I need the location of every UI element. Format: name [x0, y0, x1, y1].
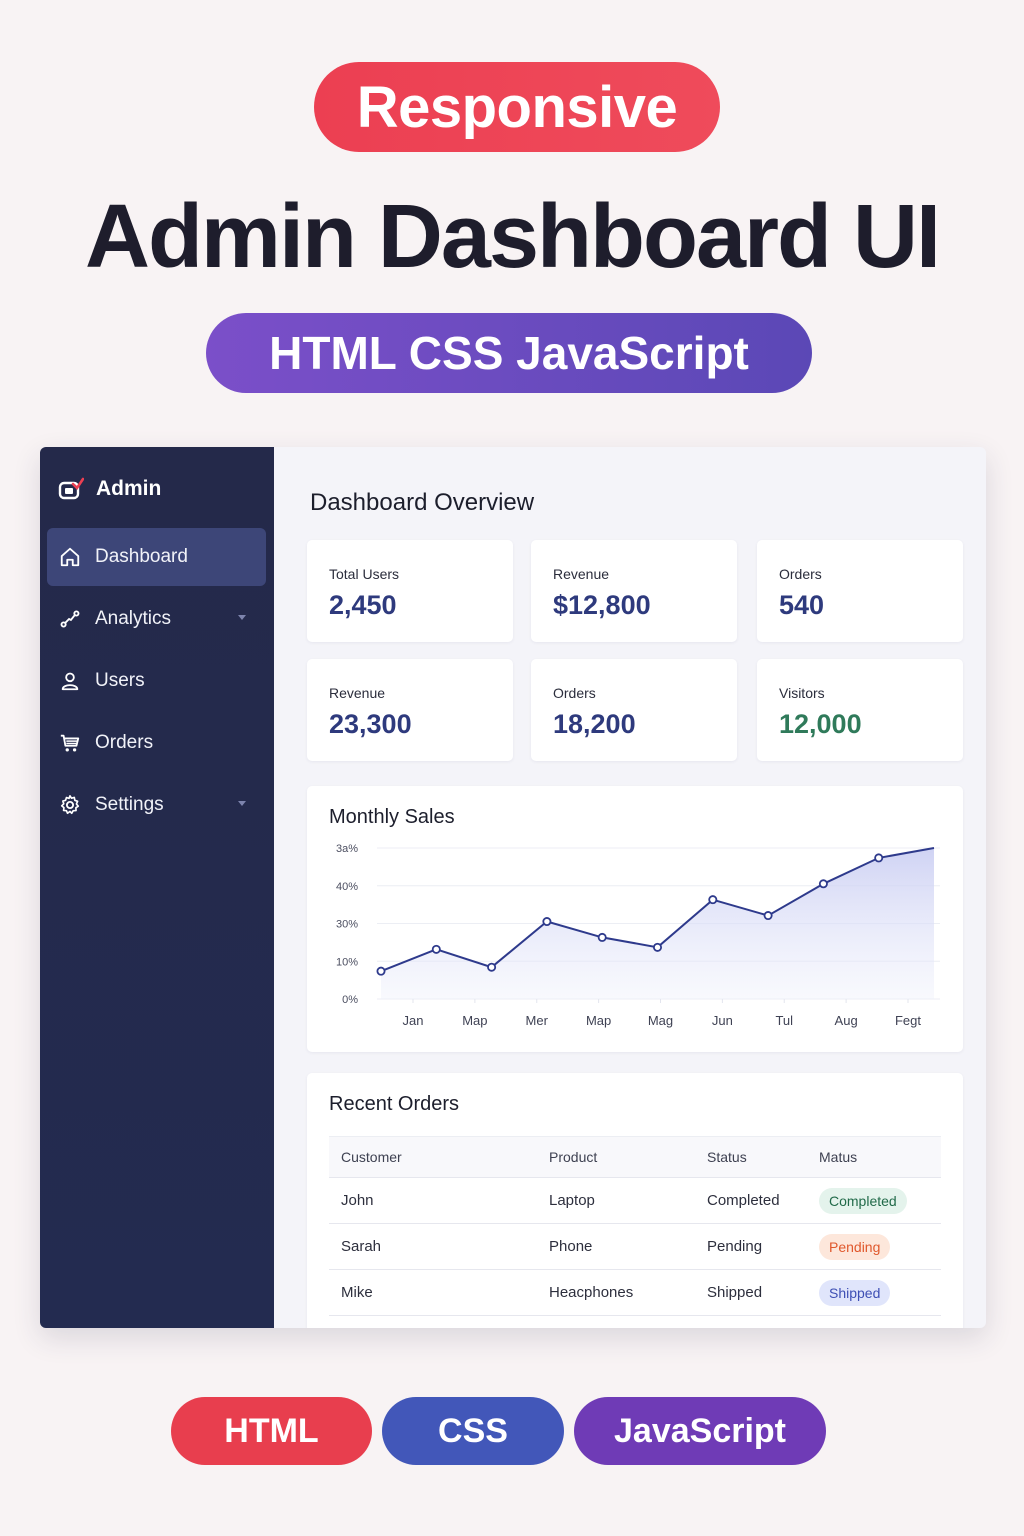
hero-title: Admin Dashboard UI	[84, 187, 941, 287]
stat-card-revenue-2[interactable]: Revenue 23,300	[307, 659, 513, 761]
stat-label: Total Users	[329, 566, 400, 582]
sidebar-item-label: Analytics	[95, 608, 172, 629]
sidebar-item-label: Settings	[95, 794, 164, 815]
cell-status: Completed	[707, 1192, 780, 1209]
column-header[interactable]: Customer	[329, 1149, 537, 1165]
y-tick-label: 10%	[336, 956, 358, 968]
admin-logo-icon	[58, 477, 84, 500]
sidebar-item-orders[interactable]: Orders	[47, 714, 266, 772]
data-point	[708, 895, 718, 905]
stat-card-total-users[interactable]: Total Users 2,450	[307, 540, 513, 642]
x-tick-label: Tul	[775, 1013, 793, 1028]
x-tick-label: Jun	[712, 1013, 733, 1028]
y-tick-label: 3a%	[336, 843, 358, 855]
orders-table: Customer Product Status Matus John Lapto…	[329, 1136, 941, 1316]
stat-card-orders[interactable]: Orders 540	[757, 540, 963, 642]
section-title: Recent Orders	[329, 1093, 460, 1115]
sidebar-item-label: Users	[95, 670, 145, 691]
cart-icon	[60, 734, 80, 752]
data-point	[652, 942, 662, 952]
data-point	[542, 917, 552, 927]
data-point	[874, 853, 884, 863]
data-point	[376, 966, 386, 976]
sidebar-item-label: Orders	[95, 732, 154, 753]
sidebar-nav: Dashboard Analytics Users Orders Setting…	[47, 528, 266, 838]
x-tick-label: Map	[462, 1013, 487, 1028]
tech-stack-badge: HTML CSS JavaScript	[206, 313, 812, 393]
stat-value: 12,000	[779, 709, 862, 739]
chevron-down-icon[interactable]	[238, 801, 246, 806]
column-header[interactable]: Status	[695, 1149, 819, 1165]
cell-product: Laptop	[549, 1192, 595, 1209]
table-row[interactable]: Mike Heacphones Shipped Shipped	[329, 1270, 941, 1316]
sidebar: Admin Dashboard Analytics Users Orders S…	[40, 447, 274, 1328]
x-tick-label: Fegt	[895, 1013, 921, 1028]
stat-label: Orders	[553, 685, 596, 701]
status-badge: Completed	[819, 1187, 907, 1214]
cell-product: Heacphones	[549, 1284, 634, 1301]
stat-value: 23,300	[329, 709, 412, 739]
stat-value: 2,450	[329, 590, 397, 620]
javascript-badge: JavaScript	[574, 1397, 826, 1465]
stat-label: Revenue	[329, 685, 386, 701]
recent-orders-card: Recent Orders Customer Product Status Ma…	[307, 1073, 963, 1328]
sidebar-brand[interactable]: Admin	[58, 477, 161, 501]
cell-customer: John	[341, 1192, 374, 1209]
stat-value: 540	[779, 590, 825, 620]
user-icon	[61, 672, 79, 691]
x-tick-label: Jan	[403, 1013, 424, 1028]
status-badge: Pending	[819, 1233, 891, 1260]
stat-card-revenue[interactable]: Revenue $12,800	[531, 540, 737, 642]
cell-customer: Mike	[341, 1284, 373, 1301]
data-point	[818, 879, 828, 889]
home-icon	[60, 547, 80, 567]
stat-label: Revenue	[553, 566, 610, 582]
stat-label: Visitors	[779, 685, 825, 701]
sidebar-brand-label: Admin	[96, 477, 162, 500]
monthly-sales-chart: 0% 10% 30% 40% 3a% Jan Map Mer Map Mag Jun Tul Aug Fe…	[336, 843, 940, 1028]
stat-card-orders-2[interactable]: Orders 18,200	[531, 659, 737, 761]
data-point	[487, 962, 497, 972]
gear-icon	[60, 795, 80, 815]
stat-card-visitors[interactable]: Visitors 12,000	[757, 659, 963, 761]
column-header[interactable]: Matus	[819, 1149, 941, 1165]
cell-status: Shipped	[707, 1284, 763, 1301]
x-tick-label: Map	[586, 1013, 611, 1028]
sidebar-item-analytics[interactable]: Analytics	[47, 590, 266, 648]
css-badge: CSS	[382, 1397, 564, 1465]
html-badge: HTML	[171, 1397, 372, 1465]
data-point	[431, 944, 441, 954]
sidebar-item-dashboard[interactable]: Dashboard	[47, 528, 266, 586]
sidebar-item-users[interactable]: Users	[47, 652, 266, 710]
responsive-badge: Responsive	[314, 62, 720, 152]
stat-label: Orders	[779, 566, 822, 582]
analytics-icon	[60, 610, 80, 628]
table-row[interactable]: John Laptop Completed Completed	[329, 1178, 941, 1224]
cell-status: Pending	[707, 1238, 763, 1255]
page-title: Dashboard Overview	[310, 489, 535, 516]
data-point	[763, 911, 773, 921]
y-tick-label: 30%	[336, 919, 358, 931]
sidebar-item-label: Dashboard	[95, 546, 188, 567]
monthly-sales-card: Monthly Sales 0% 10% 30% 40% 3a% Jan Map Mer Map…	[307, 786, 963, 1052]
x-tick-label: Mer	[526, 1013, 549, 1028]
x-tick-label: Mag	[648, 1013, 673, 1028]
x-tick-label: Aug	[835, 1013, 858, 1028]
sidebar-item-settings[interactable]: Settings	[47, 776, 266, 834]
cell-product: Phone	[549, 1238, 593, 1255]
y-tick-label: 40%	[336, 881, 358, 893]
dashboard-window: Admin Dashboard Analytics Users Orders S…	[40, 447, 986, 1328]
table-row[interactable]: Sarah Phone Pending Pending	[329, 1224, 941, 1270]
cell-customer: Sarah	[341, 1238, 382, 1255]
main-content: Dashboard Overview Total Users 2,450 Rev…	[274, 447, 986, 1328]
table-header: Customer Product Status Matus	[329, 1136, 941, 1178]
column-header[interactable]: Product	[537, 1149, 695, 1165]
stat-value: $12,800	[553, 590, 651, 620]
chevron-down-icon[interactable]	[238, 615, 246, 620]
data-point	[597, 932, 607, 942]
y-tick-label: 0%	[342, 994, 358, 1006]
stat-value: 18,200	[553, 709, 636, 739]
status-badge: Shipped	[819, 1279, 891, 1306]
